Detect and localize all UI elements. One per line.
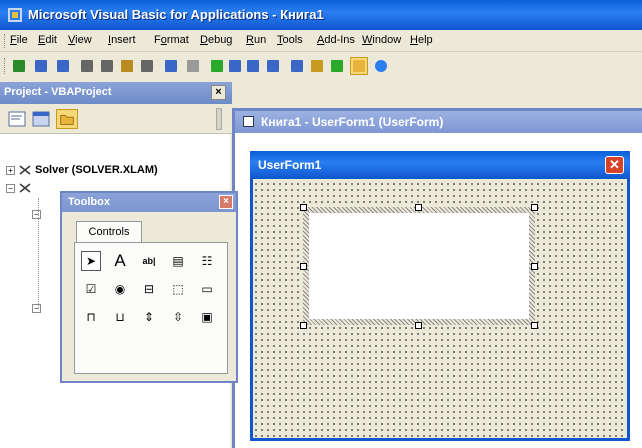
tree-item-vbaproject[interactable]: − <box>6 182 35 198</box>
menu-edit[interactable]: Edit <box>38 34 57 46</box>
menu-add-ins[interactable]: Add-Ins <box>317 34 355 46</box>
menu-view[interactable]: View <box>68 34 92 46</box>
toolbox-title: Toolbox <box>68 196 110 208</box>
menu-run[interactable]: Run <box>246 34 266 46</box>
checkbox-icon[interactable]: ☑ <box>81 279 101 299</box>
commandbutton-icon[interactable]: ▭ <box>197 279 217 299</box>
tree-collapse-icon[interactable]: − <box>6 183 15 193</box>
combobox-icon[interactable]: ▤ <box>168 251 188 271</box>
resize-handle-e[interactable] <box>531 263 538 270</box>
userform-title-bar[interactable]: UserForm1 ✕ <box>250 151 630 179</box>
view-excel-icon[interactable] <box>10 57 28 75</box>
resize-handle-w[interactable] <box>300 263 307 270</box>
scrollbar-icon[interactable]: ⇕ <box>139 307 159 327</box>
design-mode-icon[interactable] <box>264 57 282 75</box>
tree-collapse-icon[interactable]: − <box>32 210 41 219</box>
save-icon[interactable] <box>54 57 72 75</box>
tree-item-label: Solver (SOLVER.XLAM) <box>35 164 158 176</box>
project-toolbar <box>0 104 232 134</box>
textbox-icon[interactable]: ab| <box>139 251 159 271</box>
object-browser-icon[interactable] <box>328 57 346 75</box>
selected-control[interactable] <box>303 207 535 325</box>
resize-handle-ne[interactable] <box>531 204 538 211</box>
toolbox-window: Toolbox × Controls ➤ Aab| ▤ ☷ ☑ ◉ ⊟ ⬚ ▭ ⊓ ⊔ ⇕ ⇳ ▣ <box>60 191 238 383</box>
cut-icon[interactable] <box>78 57 96 75</box>
vba-app-icon <box>8 8 22 22</box>
app-title-bar[interactable]: Microsoft Visual Basic for Applications … <box>0 0 642 30</box>
designer-title: Книга1 - UserForm1 (UserForm) <box>261 115 444 129</box>
resize-handle-nw[interactable] <box>300 204 307 211</box>
copy-icon[interactable] <box>98 57 116 75</box>
label-icon[interactable]: A <box>110 251 130 271</box>
userform-title: UserForm1 <box>258 158 322 172</box>
userform-window-icon <box>243 116 254 127</box>
optionbutton-icon[interactable]: ◉ <box>110 279 130 299</box>
multipage-icon[interactable]: ⊔ <box>110 307 130 327</box>
project-explorer-icon[interactable] <box>288 57 306 75</box>
menu-file[interactable]: File <box>10 34 28 46</box>
menu-bar-grip[interactable] <box>4 34 7 48</box>
tree-collapse-icon[interactable]: − <box>32 304 41 313</box>
menu-tools[interactable]: Tools <box>277 34 303 46</box>
tab-controls[interactable]: Controls <box>76 221 142 243</box>
standard-toolbar <box>0 52 642 80</box>
menu-debug[interactable]: Debug <box>200 34 232 46</box>
resize-handle-se[interactable] <box>531 322 538 329</box>
properties-icon[interactable] <box>308 57 326 75</box>
paste-icon[interactable] <box>118 57 136 75</box>
resize-handle-n[interactable] <box>415 204 422 211</box>
help-icon[interactable] <box>372 57 390 75</box>
view-code-icon[interactable] <box>6 109 28 129</box>
controls-panel: ➤ Aab| ▤ ☷ ☑ ◉ ⊟ ⬚ ▭ ⊓ ⊔ ⇕ ⇳ ▣ <box>74 242 228 374</box>
app-title: Microsoft Visual Basic for Applications … <box>28 7 324 22</box>
togglebutton-icon[interactable]: ⊟ <box>139 279 159 299</box>
undo-icon[interactable] <box>162 57 180 75</box>
select-objects-icon[interactable]: ➤ <box>81 251 101 271</box>
toolbox-title-bar[interactable]: Toolbox × <box>62 193 236 212</box>
selected-control-body[interactable] <box>309 213 529 319</box>
break-icon[interactable] <box>226 57 244 75</box>
find-icon[interactable] <box>138 57 156 75</box>
vba-project-icon <box>19 165 31 175</box>
vba-project-icon <box>19 183 31 193</box>
menu-bar: File Edit View Insert Format Debug Run Tools Add… <box>0 30 642 52</box>
menu-window[interactable]: Window <box>362 34 401 46</box>
view-object-icon[interactable] <box>30 109 52 129</box>
menu-help[interactable]: Help <box>410 34 433 46</box>
listbox-icon[interactable]: ☷ <box>197 251 217 271</box>
redo-icon[interactable] <box>184 57 202 75</box>
reset-icon[interactable] <box>244 57 262 75</box>
tree-item-solver[interactable]: + Solver (SOLVER.XLAM) <box>6 164 158 180</box>
toolbox-close-button[interactable]: × <box>219 195 233 209</box>
toolbar-grip[interactable] <box>4 58 7 74</box>
tabstrip-icon[interactable]: ⊓ <box>81 307 101 327</box>
designer-title-bar[interactable]: Книга1 - UserForm1 (UserForm) <box>235 111 642 133</box>
toolbox-icon[interactable] <box>350 57 368 75</box>
userform-close-button[interactable]: ✕ <box>605 156 624 174</box>
resize-handle-s[interactable] <box>415 322 422 329</box>
toggle-folders-icon[interactable] <box>56 109 78 129</box>
run-icon[interactable] <box>208 57 226 75</box>
menu-format[interactable]: Format <box>154 34 189 46</box>
image-icon[interactable]: ▣ <box>197 307 217 327</box>
insert-userform-icon[interactable] <box>32 57 50 75</box>
resize-handle-sw[interactable] <box>300 322 307 329</box>
project-pane-header[interactable]: Project - VBAProject × <box>0 82 232 104</box>
project-close-button[interactable]: × <box>211 85 226 100</box>
tree-expand-icon[interactable]: + <box>6 165 15 175</box>
project-pane-title: Project - VBAProject <box>4 86 112 98</box>
spinbutton-icon[interactable]: ⇳ <box>168 307 188 327</box>
project-tools-scroll[interactable] <box>216 108 222 130</box>
frame-icon[interactable]: ⬚ <box>168 279 188 299</box>
menu-insert[interactable]: Insert <box>108 34 136 46</box>
